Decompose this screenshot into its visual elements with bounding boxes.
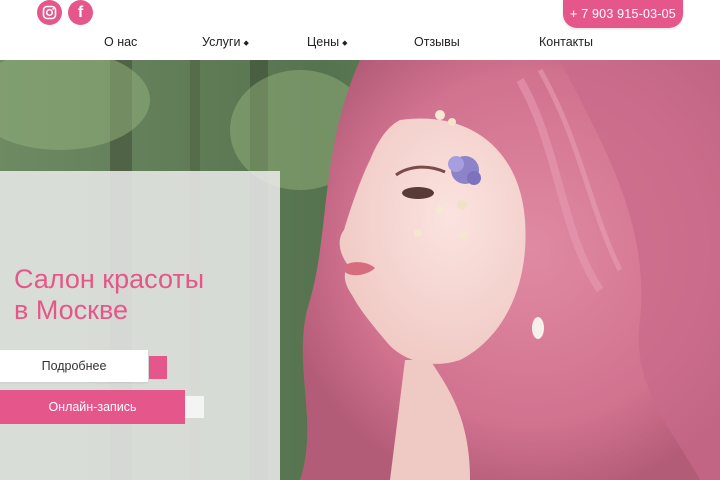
nav-item-contacts[interactable]: Контакты: [539, 35, 593, 49]
nav-item-label: О нас: [104, 35, 138, 49]
nav-item-label: Цены: [307, 35, 340, 49]
facebook-link[interactable]: f: [68, 0, 93, 25]
more-button-accent: [149, 356, 167, 379]
book-button-accent: [185, 396, 204, 418]
dropdown-caret-icon: ◆: [243, 39, 249, 47]
nav-item-label: Отзывы: [414, 35, 460, 49]
nav-item-about[interactable]: О нас: [104, 35, 137, 49]
nav-item-reviews[interactable]: Отзывы: [414, 35, 460, 49]
more-button[interactable]: Подробнее: [0, 350, 148, 382]
instagram-icon: [42, 5, 57, 20]
site-header: f + 7 903 915-03-05 О нас Услуги ◆ Цены ◆ …: [0, 0, 720, 60]
online-booking-button[interactable]: Онлайн-запись: [0, 390, 185, 424]
hero-section: Салон красоты в Москве Подробнее Онлайн-…: [0, 60, 720, 480]
phone-button[interactable]: + 7 903 915-03-05: [563, 0, 683, 28]
nav-item-label: Контакты: [539, 35, 593, 49]
dropdown-caret-icon: ◆: [342, 39, 348, 47]
hero-title-line1: Салон красоты: [14, 264, 205, 294]
instagram-link[interactable]: [37, 0, 62, 25]
nav-item-prices[interactable]: Цены ◆: [307, 35, 347, 49]
facebook-icon: f: [77, 4, 84, 21]
nav-item-label: Услуги: [202, 35, 241, 49]
nav-item-services[interactable]: Услуги ◆: [202, 35, 249, 49]
hero-title: Салон красоты в Москве: [14, 264, 274, 326]
hero-title-line2: в Москве: [14, 295, 129, 325]
